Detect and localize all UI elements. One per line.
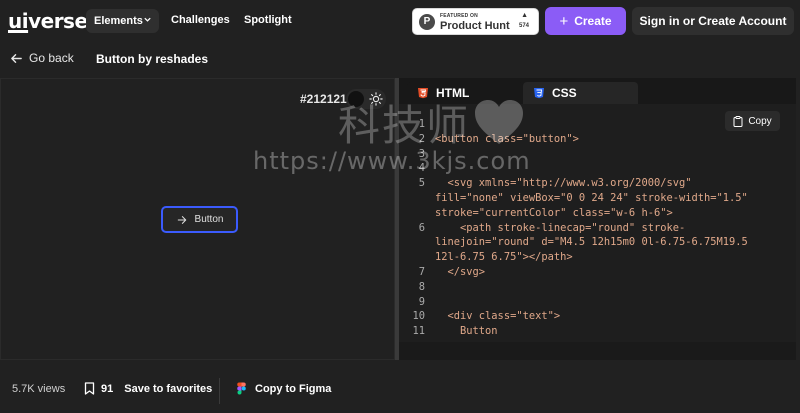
figma-icon: [237, 382, 246, 395]
favorites-label: Save to favorites: [124, 382, 213, 395]
top-navigation: uiverse Elements Challenges Spotlight P …: [0, 0, 800, 42]
favorites-count: 91: [101, 382, 114, 395]
bookmark-icon: [84, 382, 95, 395]
plus-icon: +: [559, 12, 569, 30]
arrow-left-icon: [11, 53, 22, 63]
go-back-link[interactable]: Go back: [10, 51, 74, 65]
ph-name: Product Hunt: [440, 20, 510, 32]
create-button[interactable]: + Create: [545, 7, 626, 35]
copy-code-button[interactable]: Copy: [725, 111, 780, 131]
watermark-text: 科技师: [338, 101, 471, 150]
preview-button-label: Button: [194, 214, 224, 225]
heart-icon: [475, 100, 523, 144]
page-title: Button by reshades: [96, 52, 209, 66]
code-footer: [399, 342, 796, 360]
chevron-down-icon: [144, 17, 151, 22]
view-count: 5.7K views: [12, 383, 66, 395]
preview-pane: #212121 Button: [0, 78, 395, 360]
create-label: Create: [574, 14, 612, 28]
signin-button[interactable]: Sign in or Create Account: [632, 7, 794, 35]
nav-challenges-link[interactable]: Challenges: [171, 14, 230, 26]
nav-elements-label: Elements: [94, 15, 143, 27]
copy-to-figma-button[interactable]: Copy to Figma: [237, 382, 331, 395]
save-favorites-button[interactable]: 91 Save to favorites: [84, 382, 212, 395]
nav-spotlight-link[interactable]: Spotlight: [244, 14, 292, 26]
signin-label: Sign in or Create Account: [639, 14, 787, 28]
preview-demo-button[interactable]: Button: [161, 206, 238, 233]
product-hunt-badge[interactable]: P FEATURED ON Product Hunt ▲ 574: [412, 8, 539, 35]
ph-featured-label: FEATURED ON: [440, 13, 478, 19]
upvote-triangle-icon: ▲: [521, 12, 528, 19]
bottom-bar: 5.7K views 91 Save to favorites Copy to …: [0, 370, 800, 410]
watermark-url: https://www.3kjs.com: [253, 147, 531, 175]
uiverse-logo[interactable]: uiverse: [8, 9, 88, 33]
figma-label: Copy to Figma: [255, 382, 332, 395]
footer-divider: [219, 378, 220, 404]
clipboard-icon: [733, 115, 743, 127]
nav-elements-dropdown[interactable]: Elements: [86, 9, 159, 33]
tab-css-label: CSS: [552, 86, 577, 100]
go-back-label: Go back: [29, 51, 74, 65]
css3-icon: [534, 88, 544, 99]
product-hunt-icon: P: [419, 14, 435, 30]
arrow-right-icon: [177, 215, 186, 224]
tab-css[interactable]: CSS: [523, 82, 638, 104]
copy-label: Copy: [748, 115, 772, 127]
ph-upvote-count: 574: [518, 23, 529, 29]
